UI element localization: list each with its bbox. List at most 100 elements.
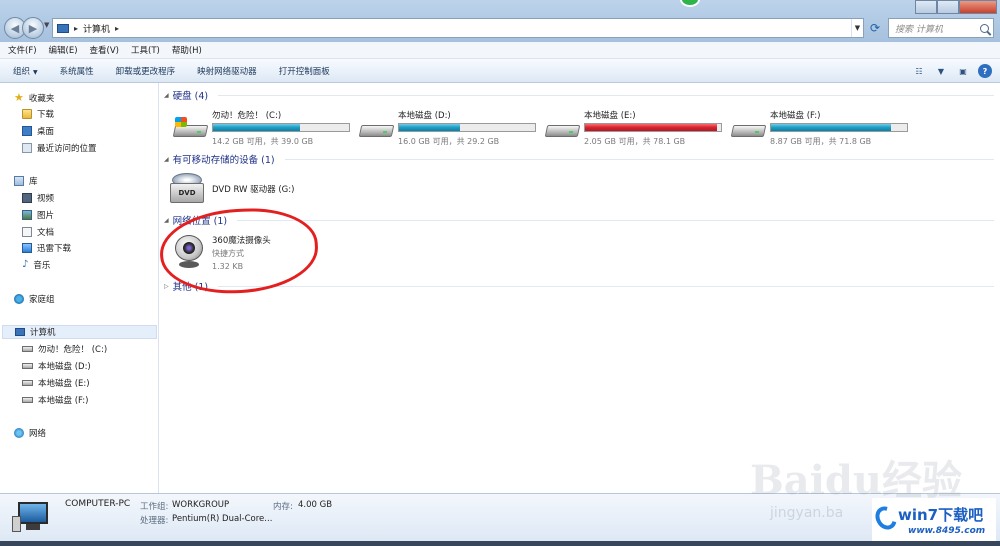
dvd-drive-name[interactable]: DVD RW 驱动器 (G:) xyxy=(212,183,294,195)
forward-button[interactable]: ▶ xyxy=(22,17,44,39)
drive-icon xyxy=(22,346,33,352)
recent-places-icon xyxy=(22,143,32,153)
breadcrumb-separator-icon[interactable]: ▸ xyxy=(74,24,78,33)
search-placeholder: 搜索 计算机 xyxy=(895,24,943,35)
sidebar-item-label: 库 xyxy=(29,177,38,187)
sidebar-item-label: 计算机 xyxy=(30,328,56,338)
minimize-button[interactable] xyxy=(915,0,937,14)
workgroup-label: 工作组: xyxy=(140,502,169,512)
expand-triangle-icon[interactable]: ▷ xyxy=(164,283,169,290)
group-divider xyxy=(218,285,994,287)
thunder-download-icon xyxy=(22,243,32,253)
group-title: 硬盘 (4) xyxy=(172,91,209,102)
document-icon xyxy=(22,227,32,237)
sidebar-item-pictures[interactable]: 图片 xyxy=(22,208,54,222)
breadcrumb-computer[interactable]: 计算机 xyxy=(83,22,110,35)
menu-file[interactable]: 文件(F) xyxy=(8,44,37,56)
open-control-panel-button[interactable]: 打开控制面板 xyxy=(279,65,330,77)
music-icon: ♪ xyxy=(22,259,29,270)
sidebar-item-videos[interactable]: 视频 xyxy=(22,191,54,205)
drive-item-d[interactable]: 本地磁盘 (D:) 16.0 GB 可用，共 29.2 GB xyxy=(358,109,540,149)
sidebar-item-drive-f[interactable]: 本地磁盘 (F:) xyxy=(22,393,88,407)
drive-name: 本地磁盘 (D:) xyxy=(398,111,451,121)
refresh-icon[interactable]: ⟳ xyxy=(866,19,884,37)
computer-large-icon xyxy=(12,502,52,532)
sidebar-item-music[interactable]: ♪ 音乐 xyxy=(22,258,50,272)
sidebar-item-label: 桌面 xyxy=(37,127,55,137)
group-divider xyxy=(284,158,994,160)
drive-name: 本地磁盘 (E:) xyxy=(584,111,636,121)
view-dropdown-icon[interactable]: ▼ xyxy=(934,64,948,78)
sidebar-item-favorites[interactable]: ★ 收藏夹 xyxy=(14,91,54,105)
sidebar-item-drive-c[interactable]: 勿动！危险！ (C:) xyxy=(22,342,107,356)
menu-tools[interactable]: 工具(T) xyxy=(131,44,160,56)
jingyan-watermark: jingyan.ba xyxy=(770,505,844,521)
sidebar-item-computer[interactable]: 计算机 xyxy=(2,325,157,339)
sidebar-item-label: 最近访问的位置 xyxy=(37,144,97,154)
address-dropdown-icon[interactable]: ▼ xyxy=(851,19,863,37)
sidebar-item-label: 收藏夹 xyxy=(28,94,55,104)
drive-usage-bar xyxy=(584,123,722,132)
drive-item-c[interactable]: 勿动！危险！ (C:) 14.2 GB 可用，共 39.0 GB xyxy=(172,109,354,149)
logo-brand: win7下载吧 xyxy=(898,506,984,524)
processor-value: Pentium(R) Dual-Core... xyxy=(172,514,273,524)
search-icon[interactable] xyxy=(980,23,989,33)
sidebar-item-drive-d[interactable]: 本地磁盘 (D:) xyxy=(22,359,91,373)
view-options-icon[interactable]: ☷ xyxy=(912,64,926,78)
maximize-button[interactable] xyxy=(937,0,959,14)
group-header-removable[interactable]: ◢ 有可移动存储的设备 (1) xyxy=(164,152,994,166)
dvd-drive-icon[interactable]: DVD xyxy=(170,173,204,209)
map-network-drive-button[interactable]: 映射网络驱动器 xyxy=(197,65,257,77)
sidebar-item-recent-places[interactable]: 最近访问的位置 xyxy=(22,141,97,155)
collapse-triangle-icon[interactable]: ◢ xyxy=(164,92,169,99)
status-dot-icon xyxy=(680,0,700,7)
group-header-hard-disks[interactable]: ◢ 硬盘 (4) xyxy=(164,88,994,102)
memory-label: 内存: xyxy=(273,502,293,512)
sidebar-item-label: 迅雷下载 xyxy=(37,244,72,254)
drive-item-f[interactable]: 本地磁盘 (F:) 8.87 GB 可用，共 71.8 GB xyxy=(730,109,912,149)
computer-name: COMPUTER-PC xyxy=(65,499,131,509)
system-properties-button[interactable]: 系统属性 xyxy=(60,65,94,77)
close-button[interactable] xyxy=(959,0,997,14)
drive-icon xyxy=(358,119,395,139)
sidebar-item-documents[interactable]: 文档 xyxy=(22,225,54,239)
navigation-pane: ★ 收藏夹 下载 桌面 最近访问的位置 库 视频 图片 文档 迅雷下载 ♪ 音乐… xyxy=(0,83,159,493)
menu-edit[interactable]: 编辑(E) xyxy=(49,44,78,56)
menu-view[interactable]: 查看(V) xyxy=(90,44,119,56)
sidebar-item-drive-e[interactable]: 本地磁盘 (E:) xyxy=(22,376,90,390)
menu-help[interactable]: 帮助(H) xyxy=(172,44,202,56)
sidebar-item-downloads[interactable]: 下载 xyxy=(22,107,54,121)
organize-button[interactable]: 组织 ▼ xyxy=(13,65,38,77)
sidebar-item-thunder-downloads[interactable]: 迅雷下载 xyxy=(22,241,71,255)
memory-value: 4.00 GB xyxy=(298,500,333,510)
content-pane: ◢ 硬盘 (4) 勿动！危险！ (C:) 14.2 GB 可用，共 39.0 G… xyxy=(157,83,1000,493)
organize-label: 组织 xyxy=(13,66,31,77)
group-divider xyxy=(237,219,994,221)
collapse-triangle-icon[interactable]: ◢ xyxy=(164,217,169,224)
help-icon[interactable]: ? xyxy=(978,64,992,78)
computer-icon xyxy=(57,23,69,33)
sidebar-item-desktop[interactable]: 桌面 xyxy=(22,124,54,138)
drive-usage-fill xyxy=(585,124,717,131)
drive-item-e[interactable]: 本地磁盘 (E:) 2.05 GB 可用，共 78.1 GB xyxy=(544,109,726,149)
sidebar-item-libraries[interactable]: 库 xyxy=(14,174,38,188)
breadcrumb-separator-icon[interactable]: ▸ xyxy=(115,24,119,33)
sidebar-item-label: 本地磁盘 (E:) xyxy=(38,379,90,389)
sidebar-item-homegroup[interactable]: 家庭组 xyxy=(14,292,55,306)
window-titlebar: ◀ ▶ ▼ ▸ 计算机 ▸ ▼ ⟳ 搜索 计算机 xyxy=(0,0,1000,42)
video-icon xyxy=(22,193,32,203)
sidebar-item-label: 本地磁盘 (F:) xyxy=(38,396,89,406)
group-divider xyxy=(218,94,994,96)
win7-site-logo: win7下载吧 www.8495.com xyxy=(871,498,996,544)
preview-pane-icon[interactable]: ▣ xyxy=(956,64,970,78)
drive-space-info: 16.0 GB 可用，共 29.2 GB xyxy=(398,137,500,146)
address-bar[interactable]: ▸ 计算机 ▸ ▼ xyxy=(52,18,864,38)
uninstall-program-button[interactable]: 卸载或更改程序 xyxy=(116,65,176,77)
search-input[interactable]: 搜索 计算机 xyxy=(888,18,994,38)
collapse-triangle-icon[interactable]: ◢ xyxy=(164,156,169,163)
dvd-logo: DVD xyxy=(170,183,204,203)
sidebar-item-network[interactable]: 网络 xyxy=(14,426,46,440)
drive-icon xyxy=(730,119,767,139)
logo-swirl-icon xyxy=(871,502,901,534)
toolbar-right: ☷ ▼ ▣ ? xyxy=(912,64,992,78)
